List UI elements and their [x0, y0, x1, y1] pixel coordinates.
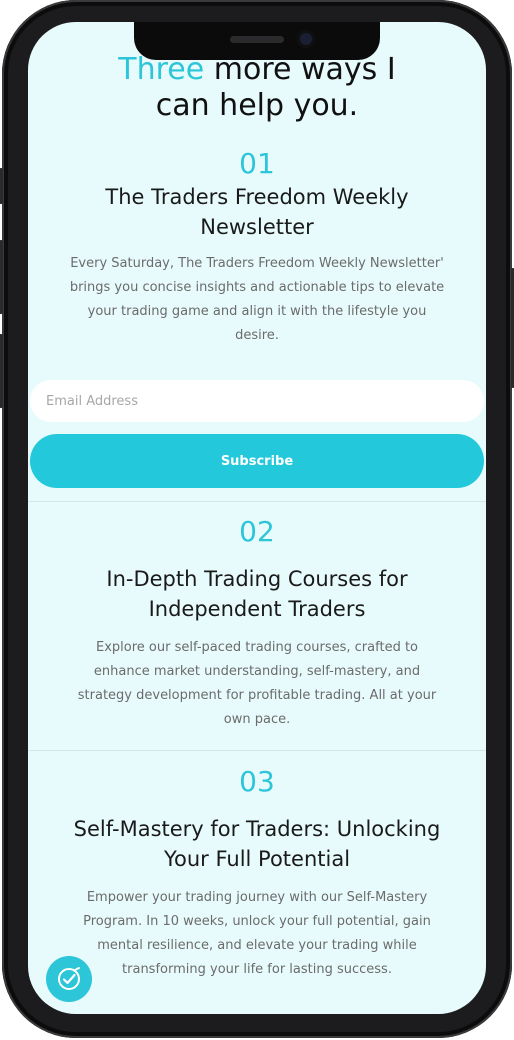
section-title-line: Independent Traders — [148, 597, 366, 621]
section-title-line: Your Full Potential — [163, 847, 351, 871]
email-field[interactable] — [30, 380, 484, 422]
section-newsletter: 01 The Traders Freedom Weekly Newsletter… — [28, 148, 486, 348]
speaker-grille — [230, 36, 284, 43]
section-divider — [28, 750, 486, 751]
section-title: The Traders Freedom Weekly Newsletter — [28, 182, 486, 242]
phone-volume-up-button — [0, 240, 3, 314]
description-line: Explore our self-paced trading courses, … — [96, 640, 418, 655]
description-line: enhance market understanding, self-maste… — [93, 664, 421, 679]
section-title-line: The Traders Freedom Weekly — [105, 185, 409, 209]
subscribe-button[interactable]: Subscribe — [30, 434, 484, 488]
section-number: 03 — [239, 765, 275, 798]
section-title-line: In-Depth Trading Courses for — [106, 567, 408, 591]
description-line: Program. In 10 weeks, unlock your full p… — [83, 914, 431, 929]
phone-screen: Three more ways I can help you. 01 The T… — [28, 22, 486, 1014]
section-title: In-Depth Trading Courses for Independent… — [28, 564, 486, 624]
page-title: Three more ways I can help you. — [28, 52, 486, 124]
phone-notch — [134, 22, 380, 60]
section-divider — [28, 501, 486, 502]
description-line: brings you concise insights and actionab… — [69, 280, 445, 295]
front-camera — [297, 30, 315, 48]
section-title-line: Newsletter — [200, 215, 314, 239]
description-line: strategy development for profitable trad… — [77, 688, 437, 703]
description-line: own pace. — [223, 712, 291, 727]
section-courses: 02 In-Depth Trading Courses for Independ… — [28, 516, 486, 732]
section-description: Every Saturday, The Traders Freedom Week… — [28, 252, 486, 348]
section-title-line: Self-Mastery for Traders: Unlocking — [73, 817, 441, 841]
section-number: 01 — [239, 147, 275, 180]
description-line: your trading game and align it with the … — [87, 304, 427, 319]
page-title-line2: can help you. — [155, 88, 359, 123]
section-number: 02 — [239, 515, 275, 548]
section-self-mastery: 03 Self-Mastery for Traders: Unlocking Y… — [28, 766, 486, 982]
description-line: mental resilience, and elevate your trad… — [97, 938, 417, 953]
description-line: transforming your life for lasting succe… — [122, 962, 392, 977]
floating-action-button[interactable] — [46, 956, 92, 1002]
section-title: Self-Mastery for Traders: Unlocking Your… — [28, 814, 486, 874]
phone-volume-down-button — [0, 334, 3, 408]
description-line: Every Saturday, The Traders Freedom Week… — [70, 256, 444, 271]
description-line: Empower your trading journey with our Se… — [86, 890, 428, 905]
section-description: Explore our self-paced trading courses, … — [28, 636, 486, 732]
description-line: desire. — [235, 328, 279, 343]
section-description: Empower your trading journey with our Se… — [28, 886, 486, 982]
badge-check-icon — [58, 967, 80, 990]
phone-side-button — [0, 168, 3, 204]
